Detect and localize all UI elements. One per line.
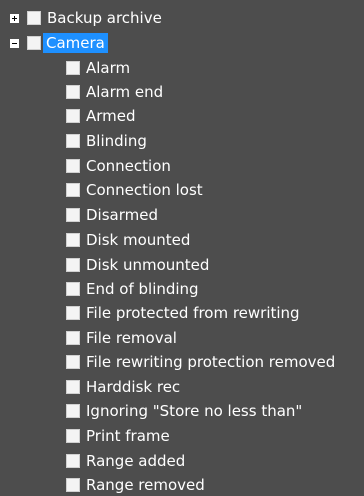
event-tree: Backup archive Camera Alarm Alarm end Ar…	[0, 0, 364, 495]
event-label: Blinding	[86, 132, 147, 150]
event-label: Connection	[86, 157, 171, 175]
tree-item-disarmed[interactable]: Disarmed	[66, 204, 158, 226]
event-checkbox[interactable]	[66, 380, 80, 394]
backup-archive-checkbox[interactable]	[27, 11, 41, 25]
event-label: Alarm end	[86, 83, 164, 101]
tree-node-backup-archive[interactable]: Backup archive	[10, 7, 162, 29]
event-checkbox[interactable]	[66, 478, 80, 492]
event-checkbox[interactable]	[66, 208, 80, 222]
event-label: Armed	[86, 107, 136, 125]
event-label: Range removed	[86, 476, 205, 494]
event-label: File protected from rewriting	[86, 304, 300, 322]
event-checkbox[interactable]	[66, 109, 80, 123]
tree-item-armed[interactable]: Armed	[66, 105, 136, 127]
event-checkbox[interactable]	[66, 331, 80, 345]
event-label: Ignoring "Store no less than"	[86, 402, 303, 420]
event-label: File rewriting protection removed	[86, 353, 336, 371]
tree-item-alarm[interactable]: Alarm	[66, 57, 130, 79]
event-label: Range added	[86, 452, 186, 470]
event-label: Harddisk rec	[86, 378, 181, 396]
tree-item-connection[interactable]: Connection	[66, 155, 171, 177]
tree-node-label: Camera	[43, 33, 108, 53]
event-checkbox[interactable]	[66, 183, 80, 197]
event-checkbox[interactable]	[66, 306, 80, 320]
tree-item-disk-unmounted[interactable]: Disk unmounted	[66, 254, 209, 276]
event-checkbox[interactable]	[66, 159, 80, 173]
event-label: Alarm	[86, 59, 131, 77]
camera-checkbox[interactable]	[27, 36, 41, 50]
event-label: End of blinding	[86, 280, 199, 298]
tree-item-blinding[interactable]: Blinding	[66, 130, 147, 152]
tree-item-end-of-blinding[interactable]: End of blinding	[66, 278, 199, 300]
tree-item-file-removal[interactable]: File removal	[66, 327, 177, 349]
event-label: Disarmed	[86, 206, 158, 224]
tree-item-print-frame[interactable]: Print frame	[66, 425, 170, 447]
tree-item-range-removed[interactable]: Range removed	[66, 474, 205, 496]
tree-item-alarm-end[interactable]: Alarm end	[66, 81, 163, 103]
tree-item-connection-lost[interactable]: Connection lost	[66, 179, 203, 201]
event-checkbox[interactable]	[66, 282, 80, 296]
event-checkbox[interactable]	[66, 61, 80, 75]
event-checkbox[interactable]	[66, 355, 80, 369]
event-checkbox[interactable]	[66, 85, 80, 99]
minus-icon[interactable]	[10, 38, 19, 48]
tree-node-label: Backup archive	[47, 9, 162, 27]
plus-icon[interactable]	[10, 13, 19, 23]
tree-item-file-rewriting-protection-removed[interactable]: File rewriting protection removed	[66, 351, 335, 373]
event-checkbox[interactable]	[66, 134, 80, 148]
event-label: Disk mounted	[86, 231, 191, 249]
tree-item-range-added[interactable]: Range added	[66, 450, 185, 472]
event-checkbox[interactable]	[66, 233, 80, 247]
tree-item-file-protected-from-rewriting[interactable]: File protected from rewriting	[66, 302, 300, 324]
event-checkbox[interactable]	[66, 429, 80, 443]
tree-item-harddisk-rec[interactable]: Harddisk rec	[66, 376, 180, 398]
tree-node-camera[interactable]: Camera	[10, 32, 108, 54]
event-checkbox[interactable]	[66, 404, 80, 418]
tree-item-ignoring-store-no-less-than[interactable]: Ignoring "Store no less than"	[66, 400, 302, 422]
event-label: File removal	[86, 329, 177, 347]
event-label: Disk unmounted	[86, 256, 210, 274]
tree-item-disk-mounted[interactable]: Disk mounted	[66, 229, 190, 251]
event-checkbox[interactable]	[66, 258, 80, 272]
event-label: Print frame	[86, 427, 170, 445]
event-checkbox[interactable]	[66, 454, 80, 468]
event-label: Connection lost	[86, 181, 203, 199]
